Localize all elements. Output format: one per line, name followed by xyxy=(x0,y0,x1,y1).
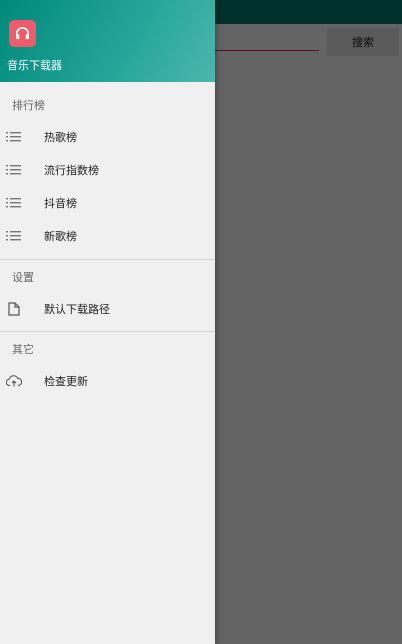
section-title-settings: 设置 xyxy=(12,271,34,284)
drawer-item-label: 默认下载路径 xyxy=(44,303,110,316)
headphones-icon xyxy=(15,27,30,40)
navigation-drawer: 音乐下载器 排行榜 热歌榜 流行指数榜 抖音榜 新歌榜 设置 默认下载路径 其它… xyxy=(0,0,215,644)
drawer-item-new-songs[interactable]: 新歌榜 xyxy=(0,220,215,252)
list-icon xyxy=(6,162,22,178)
drawer-header: 音乐下载器 xyxy=(0,0,215,82)
list-icon xyxy=(6,129,22,145)
app-logo xyxy=(9,20,36,47)
drawer-item-check-update[interactable]: 检查更新 xyxy=(0,365,215,397)
drawer-item-label: 检查更新 xyxy=(44,375,88,388)
drawer-item-hot-songs[interactable]: 热歌榜 xyxy=(0,121,215,153)
drawer-item-label: 热歌榜 xyxy=(44,131,77,144)
drawer-item-download-path[interactable]: 默认下载路径 xyxy=(0,293,215,325)
cloud-upload-icon xyxy=(6,373,22,389)
drawer-item-label: 新歌榜 xyxy=(44,230,77,243)
app-name: 音乐下载器 xyxy=(7,59,62,72)
divider xyxy=(0,331,215,332)
drawer-item-label: 流行指数榜 xyxy=(44,164,99,177)
drawer-item-douyin[interactable]: 抖音榜 xyxy=(0,187,215,219)
section-title-charts: 排行榜 xyxy=(12,99,45,112)
drawer-item-popular-index[interactable]: 流行指数榜 xyxy=(0,154,215,186)
list-icon xyxy=(6,195,22,211)
divider xyxy=(0,259,215,260)
drawer-item-label: 抖音榜 xyxy=(44,197,77,210)
section-title-other: 其它 xyxy=(12,343,34,356)
list-icon xyxy=(6,228,22,244)
file-icon xyxy=(6,301,22,317)
